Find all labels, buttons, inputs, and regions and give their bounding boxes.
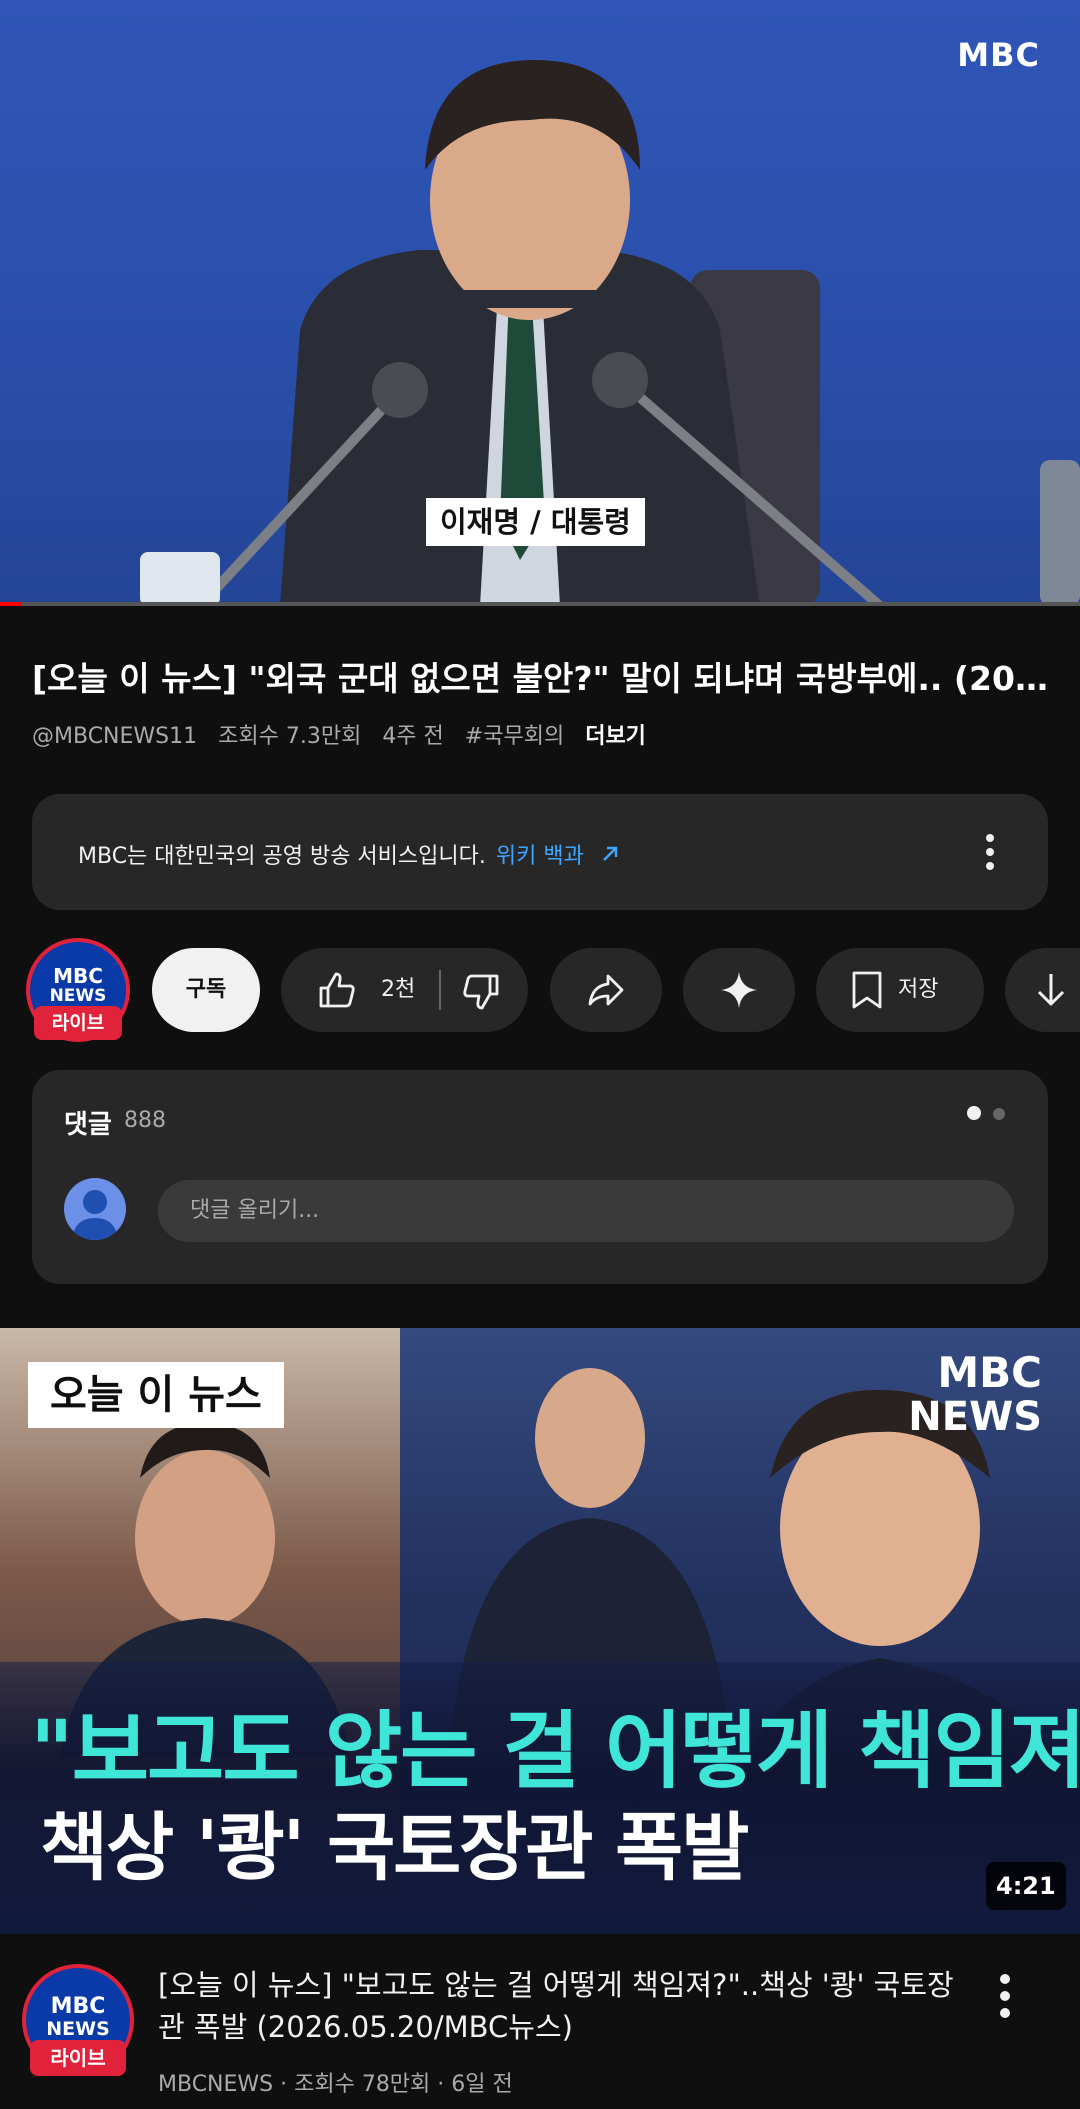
wiki-link[interactable]: 위키 백과 xyxy=(496,844,621,869)
recommended-live-badge: 라이브 xyxy=(30,2040,126,2076)
mbc-watermark: MBC xyxy=(957,36,1040,74)
thumb-headline-quote: "보고도 않는 걸 어떻게 책임져?" xyxy=(30,1702,1080,1800)
live-badge: 라이브 xyxy=(34,1006,122,1040)
progress-fill xyxy=(0,602,22,606)
carousel-dot-active xyxy=(967,1106,981,1120)
download-icon xyxy=(1037,974,1065,1006)
thumb-brand-mbc: MBC xyxy=(937,1348,1042,1397)
info-text: MBC는 대한민국의 공영 방송 서비스입니다. xyxy=(78,844,486,869)
rec-logo-news: NEWS xyxy=(46,2018,110,2040)
thumbs-down-icon[interactable] xyxy=(461,972,501,1012)
channel-logo-mbc: MBC xyxy=(53,964,103,988)
more-button[interactable]: 더보기 xyxy=(585,724,646,749)
user-avatar xyxy=(64,1178,126,1240)
wiki-link-label: 위키 백과 xyxy=(495,844,584,869)
video-player[interactable]: MBC 이재명 / 대통령 xyxy=(0,0,1080,606)
like-divider xyxy=(439,970,441,1010)
info-text-row: MBC는 대한민국의 공영 방송 서비스입니다. 위키 백과 xyxy=(78,838,621,870)
thumb-series-tag: 오늘 이 뉴스 xyxy=(28,1362,284,1428)
like-count: 2천 xyxy=(381,977,416,1002)
recommended-more-icon[interactable] xyxy=(998,1972,1012,2020)
info-panel: MBC는 대한민국의 공영 방송 서비스입니다. 위키 백과 xyxy=(32,794,1048,910)
comments-panel[interactable]: 댓글 888 댓글 올리기... xyxy=(32,1070,1048,1284)
upload-age: 4주 전 xyxy=(382,724,444,749)
speaker-caption: 이재명 / 대통령 xyxy=(426,498,645,546)
video-title[interactable]: [오늘 이 뉴스] "외국 군대 없으면 불안?" 말이 되냐며 국방부에.. … xyxy=(32,652,1052,700)
progress-track[interactable] xyxy=(0,602,1080,606)
comments-count: 888 xyxy=(124,1108,166,1133)
carousel-dot xyxy=(993,1108,1005,1120)
rec-logo-mbc: MBC xyxy=(50,1994,106,2019)
save-label: 저장 xyxy=(898,977,939,1002)
download-button[interactable] xyxy=(1005,948,1080,1032)
view-count: 조회수 7.3만회 xyxy=(218,724,362,749)
recommended-thumbnail[interactable]: 오늘 이 뉴스 MBC NEWS "보고도 않는 걸 어떻게 책임져?" 책상 … xyxy=(0,1328,1080,1934)
more-vert-icon[interactable] xyxy=(984,832,996,872)
recommended-meta: MBCNEWS · 조회수 78만회 · 6일 전 xyxy=(158,2072,513,2097)
subscribe-button[interactable]: 구독 xyxy=(152,948,260,1032)
hashtag-link[interactable]: #국무회의 xyxy=(465,724,564,749)
person-icon xyxy=(72,1190,118,1240)
channel-logo-news: NEWS xyxy=(49,986,107,1006)
channel-handle: @MBCNEWS11 xyxy=(32,724,198,749)
share-icon xyxy=(588,974,624,1006)
external-link-icon xyxy=(602,846,618,861)
share-button[interactable] xyxy=(550,948,662,1032)
sparkle-icon xyxy=(721,972,757,1008)
bookmark-icon xyxy=(852,971,882,1009)
recommended-title[interactable]: [오늘 이 뉴스] "보고도 않는 걸 어떻게 책임져?"..책상 '쾅' 국토… xyxy=(158,1964,978,2048)
video-meta[interactable]: @MBCNEWS11 조회수 7.3만회 4주 전 #국무회의 더보기 xyxy=(32,718,660,750)
like-dislike-group: 2천 xyxy=(281,948,528,1032)
video-duration: 4:21 xyxy=(986,1862,1066,1910)
thumb-brand-news: NEWS xyxy=(908,1394,1042,1440)
thumbs-up-icon[interactable] xyxy=(317,970,357,1010)
save-button[interactable]: 저장 xyxy=(816,948,984,1032)
ask-ai-button[interactable] xyxy=(683,948,795,1032)
comment-input[interactable]: 댓글 올리기... xyxy=(158,1180,1014,1242)
thumb-headline-sub: 책상 '쾅' 국토장관 폭발 xyxy=(40,1805,749,1891)
comments-label: 댓글 xyxy=(64,1110,112,1140)
